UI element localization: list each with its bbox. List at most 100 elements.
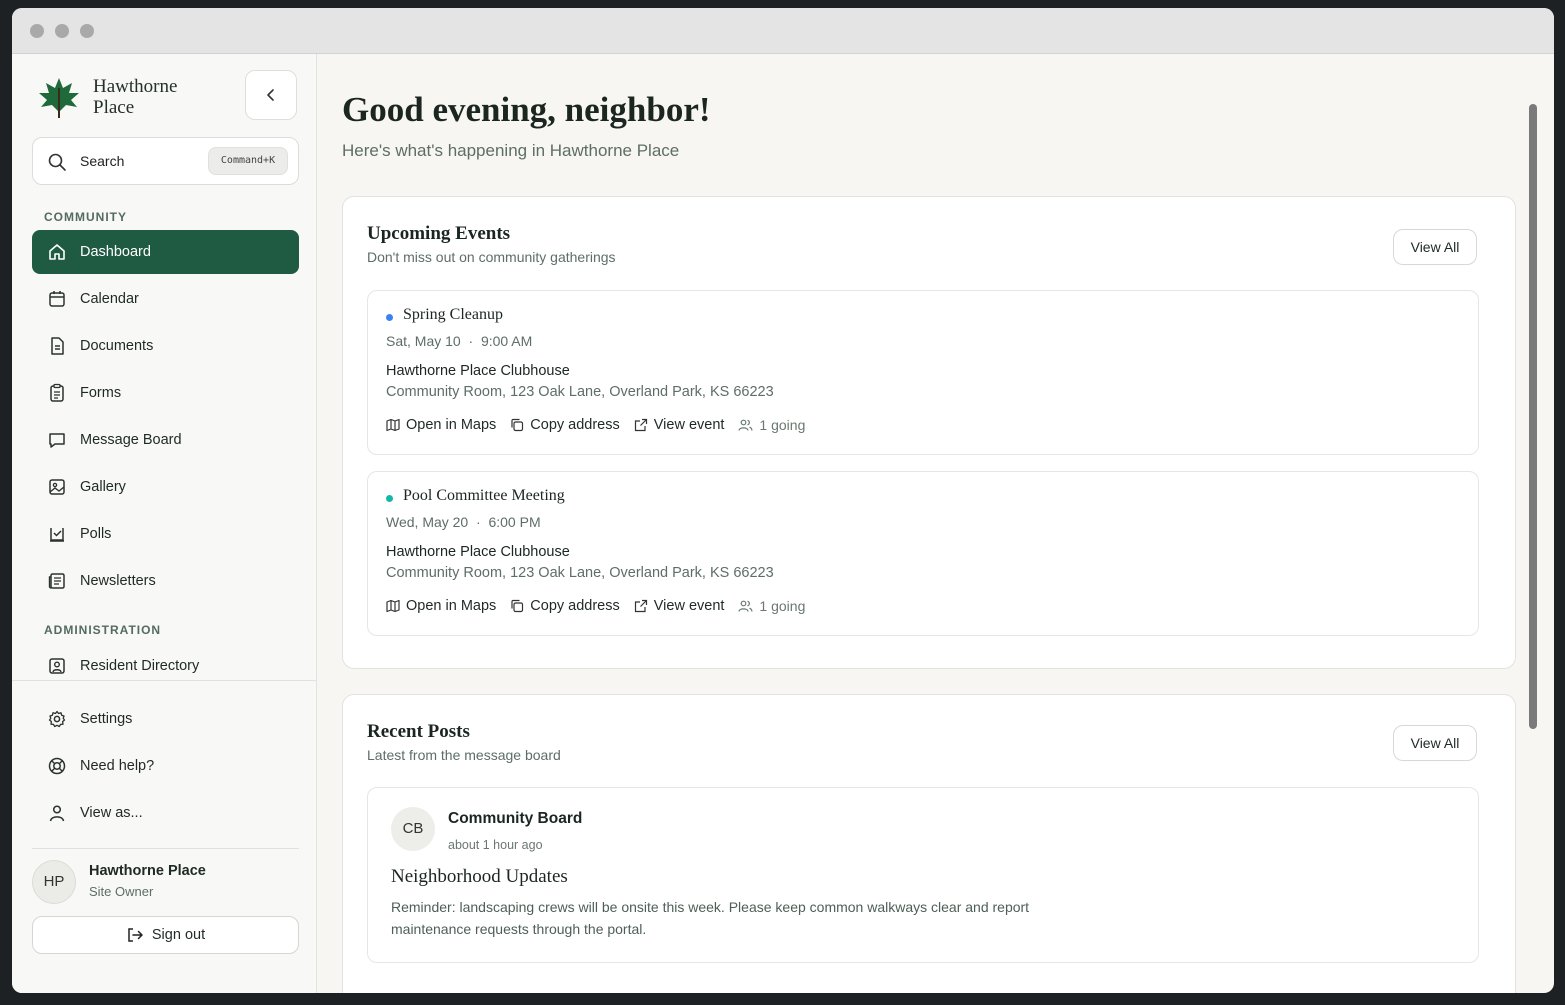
sidebar-item-need-help[interactable]: Need help? <box>32 744 299 788</box>
search-label: Search <box>80 153 125 169</box>
sidebar: Hawthorne Place Search Command+K COMMUNI… <box>12 54 317 993</box>
event-actions: Open in Maps Copy address View event 1 g… <box>386 415 819 435</box>
search-input[interactable]: Search Command+K <box>32 137 299 185</box>
external-link-icon <box>634 599 647 613</box>
sidebar-item-calendar[interactable]: Calendar <box>32 277 299 321</box>
sidebar-item-label: Documents <box>80 338 154 354</box>
avatar[interactable]: HP <box>32 860 76 904</box>
user-icon <box>49 805 65 822</box>
sidebar-item-label: Need help? <box>80 758 155 774</box>
attendees-label: 1 going <box>759 598 806 614</box>
chevron-left-icon <box>267 89 274 101</box>
sidebar-item-label: Dashboard <box>80 244 151 260</box>
window-minimize-button[interactable] <box>55 24 69 38</box>
event-card[interactable]: Spring Cleanup Sat, May 10 · 9:00 AM Haw… <box>367 290 1479 455</box>
sign-out-label: Sign out <box>151 927 206 943</box>
sidebar-item-dashboard[interactable]: Dashboard <box>32 230 299 274</box>
window-close-button[interactable] <box>30 24 44 38</box>
sign-out-icon <box>128 928 143 942</box>
post-title: Neighborhood Updates <box>391 866 568 887</box>
sidebar-item-label: Resident Directory <box>80 658 200 674</box>
sidebar-item-label: Gallery <box>80 479 126 495</box>
open-in-maps-label: Open in Maps <box>406 598 497 614</box>
copy-address-button[interactable]: Copy address <box>510 598 620 614</box>
sidebar-item-settings[interactable]: Settings <box>32 697 299 741</box>
view-event-link[interactable]: View event <box>634 417 725 433</box>
sidebar-item-message-board[interactable]: Message Board <box>32 418 299 462</box>
event-card[interactable]: Pool Committee Meeting Wed, May 20 · 6:0… <box>367 471 1479 636</box>
open-in-maps-label: Open in Maps <box>406 417 497 433</box>
event-address: Community Room, 123 Oak Lane, Overland P… <box>386 565 774 581</box>
lifebuoy-icon <box>48 757 66 775</box>
sidebar-item-documents[interactable]: Documents <box>32 324 299 368</box>
clipboard-icon <box>50 383 64 402</box>
sidebar-item-label: Message Board <box>80 432 182 448</box>
copy-icon <box>511 599 524 613</box>
view-event-label: View event <box>653 417 725 433</box>
sidebar-item-gallery[interactable]: Gallery <box>32 465 299 509</box>
card-title: Recent Posts <box>367 721 470 742</box>
sidebar-item-label: Forms <box>80 385 122 401</box>
open-in-maps-link[interactable]: Open in Maps <box>386 598 496 614</box>
sidebar-divider <box>32 848 299 849</box>
card-subtitle: Don't miss out on community gatherings <box>367 249 616 265</box>
message-icon <box>49 433 65 448</box>
event-title: Pool Committee Meeting <box>403 487 565 504</box>
event-actions: Open in Maps Copy address View event 1 g… <box>386 596 819 616</box>
sidebar-item-newsletters[interactable]: Newsletters <box>32 559 299 603</box>
separator-dot: · <box>472 514 485 530</box>
map-icon <box>386 418 400 432</box>
window-maximize-button[interactable] <box>80 24 94 38</box>
view-event-link[interactable]: View event <box>634 598 725 614</box>
sidebar-item-forms[interactable]: Forms <box>32 371 299 415</box>
app-window: Hawthorne Place Search Command+K COMMUNI… <box>12 8 1554 993</box>
event-place: Hawthorne Place Clubhouse <box>386 363 570 379</box>
card-title: Upcoming Events <box>367 223 511 244</box>
brand[interactable]: Hawthorne Place <box>36 74 206 124</box>
copy-address-label: Copy address <box>530 417 620 433</box>
attendees-count[interactable]: 1 going <box>738 598 805 614</box>
view-all-posts-button[interactable]: View All <box>1393 725 1477 761</box>
copy-address-button[interactable]: Copy address <box>510 417 620 433</box>
event-datetime: Sat, May 10 · 9:00 AM <box>386 333 532 349</box>
search-shortcut-badge: Command+K <box>208 147 288 175</box>
community-section-label: COMMUNITY <box>44 210 127 224</box>
document-icon <box>51 337 64 355</box>
sidebar-item-resident-directory[interactable]: Resident Directory <box>32 644 299 688</box>
user-name: Hawthorne Place <box>89 863 206 879</box>
event-datetime: Wed, May 20 · 6:00 PM <box>386 514 541 530</box>
brand-name: Hawthorne Place <box>93 76 178 118</box>
sidebar-item-polls[interactable]: Polls <box>32 512 299 556</box>
leaf-icon <box>39 78 79 118</box>
scrollbar[interactable] <box>1529 104 1537 729</box>
page-subtitle: Here's what's happening in Hawthorne Pla… <box>342 141 680 160</box>
attendees-label: 1 going <box>759 417 806 433</box>
collapse-sidebar-button[interactable] <box>245 70 297 120</box>
avatar: CB <box>391 807 435 851</box>
post-card[interactable]: CB Community Board about 1 hour ago Neig… <box>367 787 1479 963</box>
view-all-events-button[interactable]: View All <box>1393 229 1477 265</box>
sign-out-button[interactable]: Sign out <box>32 916 299 954</box>
view-event-label: View event <box>653 598 725 614</box>
separator-dot: · <box>464 333 478 349</box>
sidebar-item-label: Polls <box>80 526 112 542</box>
gear-icon <box>48 710 66 728</box>
attendees-count[interactable]: 1 going <box>738 417 805 433</box>
map-icon <box>386 599 400 613</box>
post-body: Reminder: landscaping crews will be onsi… <box>391 899 1030 937</box>
users-icon <box>738 600 754 612</box>
event-date: Sat, May 10 <box>386 333 461 349</box>
open-in-maps-link[interactable]: Open in Maps <box>386 417 496 433</box>
contact-icon <box>49 658 65 674</box>
event-time: 6:00 PM <box>488 514 541 530</box>
event-address: Community Room, 123 Oak Lane, Overland P… <box>386 384 774 400</box>
recent-posts-card: Recent Posts Latest from the message boa… <box>342 694 1516 993</box>
event-status-dot <box>386 314 393 321</box>
window-titlebar <box>12 8 1554 54</box>
event-status-dot <box>386 495 393 502</box>
sidebar-item-view-as[interactable]: View as... <box>32 791 299 835</box>
sidebar-item-label: Newsletters <box>80 573 156 589</box>
upcoming-events-card: Upcoming Events Don't miss out on commun… <box>342 196 1516 669</box>
main-content: Good evening, neighbor! Here's what's ha… <box>317 54 1540 993</box>
sidebar-item-label: Settings <box>80 711 133 727</box>
